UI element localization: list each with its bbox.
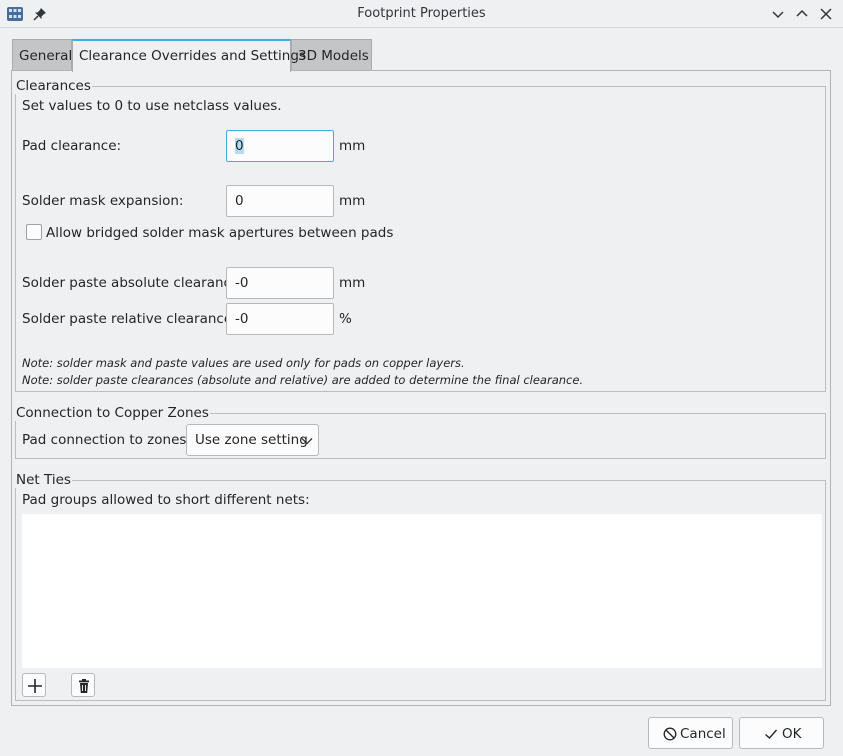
window-title: Footprint Properties <box>357 6 486 21</box>
paste-absolute-label: Solder paste absolute clearance: <box>22 275 244 291</box>
clearances-group-title: Clearances <box>15 78 92 94</box>
paste-absolute-unit: mm <box>339 275 366 291</box>
pad-connection-value: Use zone setting <box>195 432 308 448</box>
add-net-tie-button[interactable] <box>22 673 46 697</box>
checkmark-icon <box>765 729 778 739</box>
paste-relative-label: Solder paste relative clearance: <box>22 311 237 327</box>
chevron-down-icon <box>301 438 313 445</box>
plus-icon <box>28 679 42 693</box>
title-bar: Footprint Properties <box>0 0 843 28</box>
cancel-label: Cancel <box>680 726 726 742</box>
bridged-apertures-label[interactable]: Allow bridged solder mask apertures betw… <box>46 225 393 241</box>
cancel-button[interactable]: Cancel <box>648 717 733 749</box>
net-ties-grid[interactable] <box>22 514 822 668</box>
note-paste-clearances: Note: solder paste clearances (absolute … <box>22 373 584 387</box>
ok-label: OK <box>782 726 802 742</box>
paste-absolute-input[interactable]: -0 <box>226 267 334 299</box>
cancel-icon <box>663 727 677 741</box>
solder-mask-input[interactable]: 0 <box>226 185 334 217</box>
delete-net-tie-button[interactable] <box>71 673 95 697</box>
pad-clearance-label: Pad clearance: <box>22 138 122 154</box>
pad-clearance-unit: mm <box>339 138 366 154</box>
minimize-icon[interactable] <box>770 6 786 22</box>
copper-zones-group-title: Connection to Copper Zones <box>15 405 210 421</box>
solder-mask-unit: mm <box>339 193 366 209</box>
bridged-apertures-checkbox[interactable] <box>26 224 42 240</box>
pad-connection-dropdown[interactable]: Use zone setting <box>186 424 319 456</box>
note-mask-paste: Note: solder mask and paste values are u… <box>22 356 465 370</box>
tab-general[interactable]: General <box>12 39 72 71</box>
pad-clearance-value: 0 <box>235 138 244 154</box>
close-icon[interactable] <box>818 6 834 22</box>
net-ties-label: Pad groups allowed to short different ne… <box>22 492 310 508</box>
maximize-icon[interactable] <box>794 6 810 22</box>
paste-relative-input[interactable]: -0 <box>226 303 334 335</box>
trash-icon <box>79 679 89 693</box>
pad-clearance-input[interactable]: 0 <box>226 130 334 162</box>
paste-relative-unit: % <box>339 311 352 327</box>
pad-connection-label: Pad connection to zones: <box>22 432 191 448</box>
solder-mask-label: Solder mask expansion: <box>22 193 184 209</box>
ok-button[interactable]: OK <box>739 717 824 749</box>
netclass-hint: Set values to 0 to use netclass values. <box>22 98 282 114</box>
tab-clearance-overrides[interactable]: Clearance Overrides and Settings <box>72 39 306 72</box>
net-ties-group-title: Net Ties <box>15 472 72 488</box>
